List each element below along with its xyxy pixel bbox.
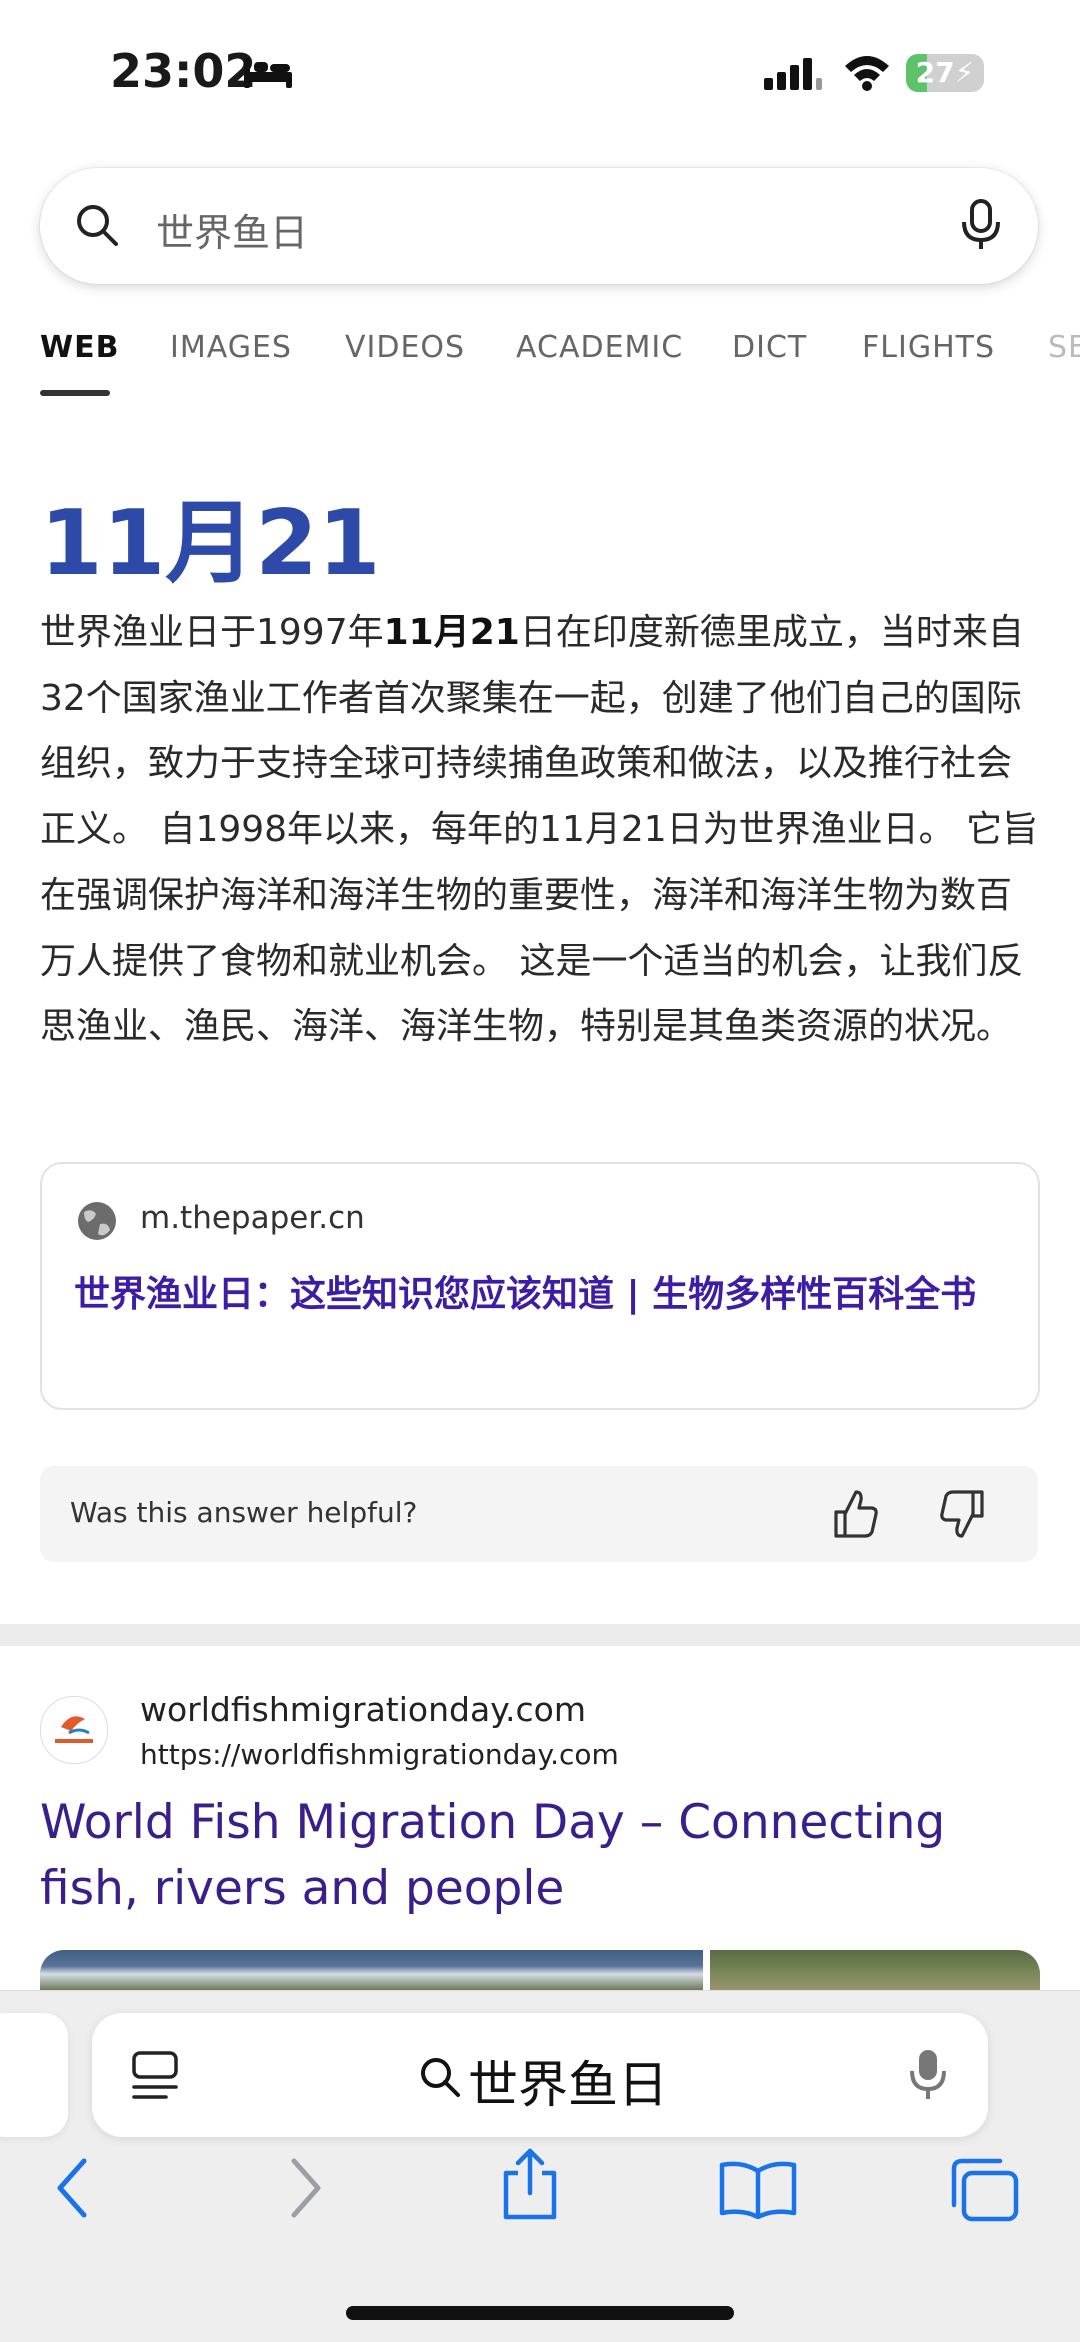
tab-dict[interactable]: DICT	[732, 330, 807, 365]
source-domain: m.thepaper.cn	[140, 1200, 365, 1236]
answer-text-before: 世界渔业日于1997年	[40, 612, 384, 653]
microphone-icon[interactable]	[908, 2047, 948, 2107]
sleep-focus-icon	[242, 56, 294, 94]
tab-flights[interactable]: FLIGHTS	[862, 330, 995, 365]
status-bar: 23:02 27⚡	[0, 0, 1080, 140]
active-tab-indicator	[40, 390, 110, 396]
source-link[interactable]: 世界渔业日：这些知识您应该知道 | 生物多样性百科全书	[74, 1268, 1024, 1322]
previous-tab-preview[interactable]	[0, 2013, 68, 2137]
battery-icon: 27⚡	[906, 54, 984, 92]
tab-more[interactable]: SE	[1048, 330, 1080, 365]
result-url: https://worldfishmigrationday.com	[140, 1738, 619, 1771]
answer-source-card[interactable]: m.thepaper.cn 世界渔业日：这些知识您应该知道 | 生物多样性百科全…	[40, 1162, 1040, 1410]
forward-icon[interactable]	[284, 2153, 328, 2227]
search-icon	[418, 2055, 462, 2103]
thumbs-down-icon[interactable]	[938, 1486, 988, 1546]
site-favicon	[40, 1696, 108, 1764]
tab-videos[interactable]: VIDEOS	[345, 330, 465, 365]
globe-icon	[76, 1200, 118, 1246]
search-tabs: WEB IMAGES VIDEOS ACADEMIC DICT FLIGHTS …	[40, 320, 1080, 400]
address-text[interactable]: 世界鱼日	[468, 2045, 668, 2117]
tabs-icon[interactable]	[948, 2157, 1020, 2227]
feedback-bar: Was this answer helpful?	[40, 1466, 1038, 1562]
search-icon	[74, 202, 120, 252]
section-divider	[0, 1624, 1080, 1646]
bookmarks-icon[interactable]	[718, 2159, 798, 2223]
share-icon[interactable]	[498, 2147, 562, 2227]
answer-text-bold: 11月21	[383, 612, 520, 653]
search-query[interactable]: 世界鱼日	[156, 202, 308, 257]
search-box[interactable]: 世界鱼日	[40, 168, 1038, 284]
tab-academic[interactable]: ACADEMIC	[516, 330, 683, 365]
answer-title: 11月21	[40, 491, 381, 596]
answer-text-after: 日在印度新德里成立，当时来自32个国家渔业工作者首次聚集在一起，创建了他们自己的…	[40, 612, 1039, 1048]
tab-web[interactable]: WEB	[40, 330, 119, 365]
result-site-name: worldfishmigrationday.com	[140, 1690, 586, 1729]
tab-images[interactable]: IMAGES	[170, 330, 292, 365]
back-icon[interactable]	[50, 2153, 94, 2227]
microphone-icon[interactable]	[960, 198, 1002, 256]
result-image[interactable]	[710, 1950, 1040, 1990]
battery-percent: 27⚡	[915, 56, 975, 89]
status-time: 23:02	[110, 44, 257, 98]
result-title-link[interactable]: World Fish Migration Day – Connecting fi…	[40, 1790, 1050, 1922]
answer-text: 世界渔业日于1997年11月21日在印度新德里成立，当时来自32个国家渔业工作者…	[40, 600, 1040, 1060]
result-image[interactable]	[40, 1950, 703, 1990]
page-menu-icon[interactable]	[128, 2049, 182, 2107]
wifi-icon	[842, 52, 892, 96]
feedback-question: Was this answer helpful?	[70, 1496, 418, 1529]
cellular-signal-icon	[764, 56, 824, 96]
address-bar[interactable]: 世界鱼日	[92, 2013, 988, 2137]
browser-toolbar: 世界鱼日	[0, 1990, 1080, 2342]
thumbs-up-icon[interactable]	[830, 1486, 880, 1546]
home-indicator	[346, 2306, 734, 2320]
